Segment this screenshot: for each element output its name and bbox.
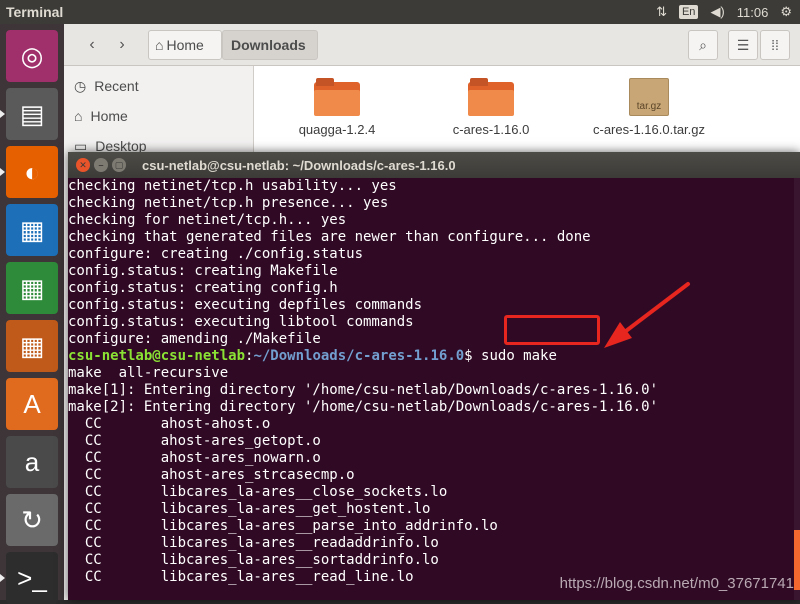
annotation-arrow <box>604 282 690 348</box>
